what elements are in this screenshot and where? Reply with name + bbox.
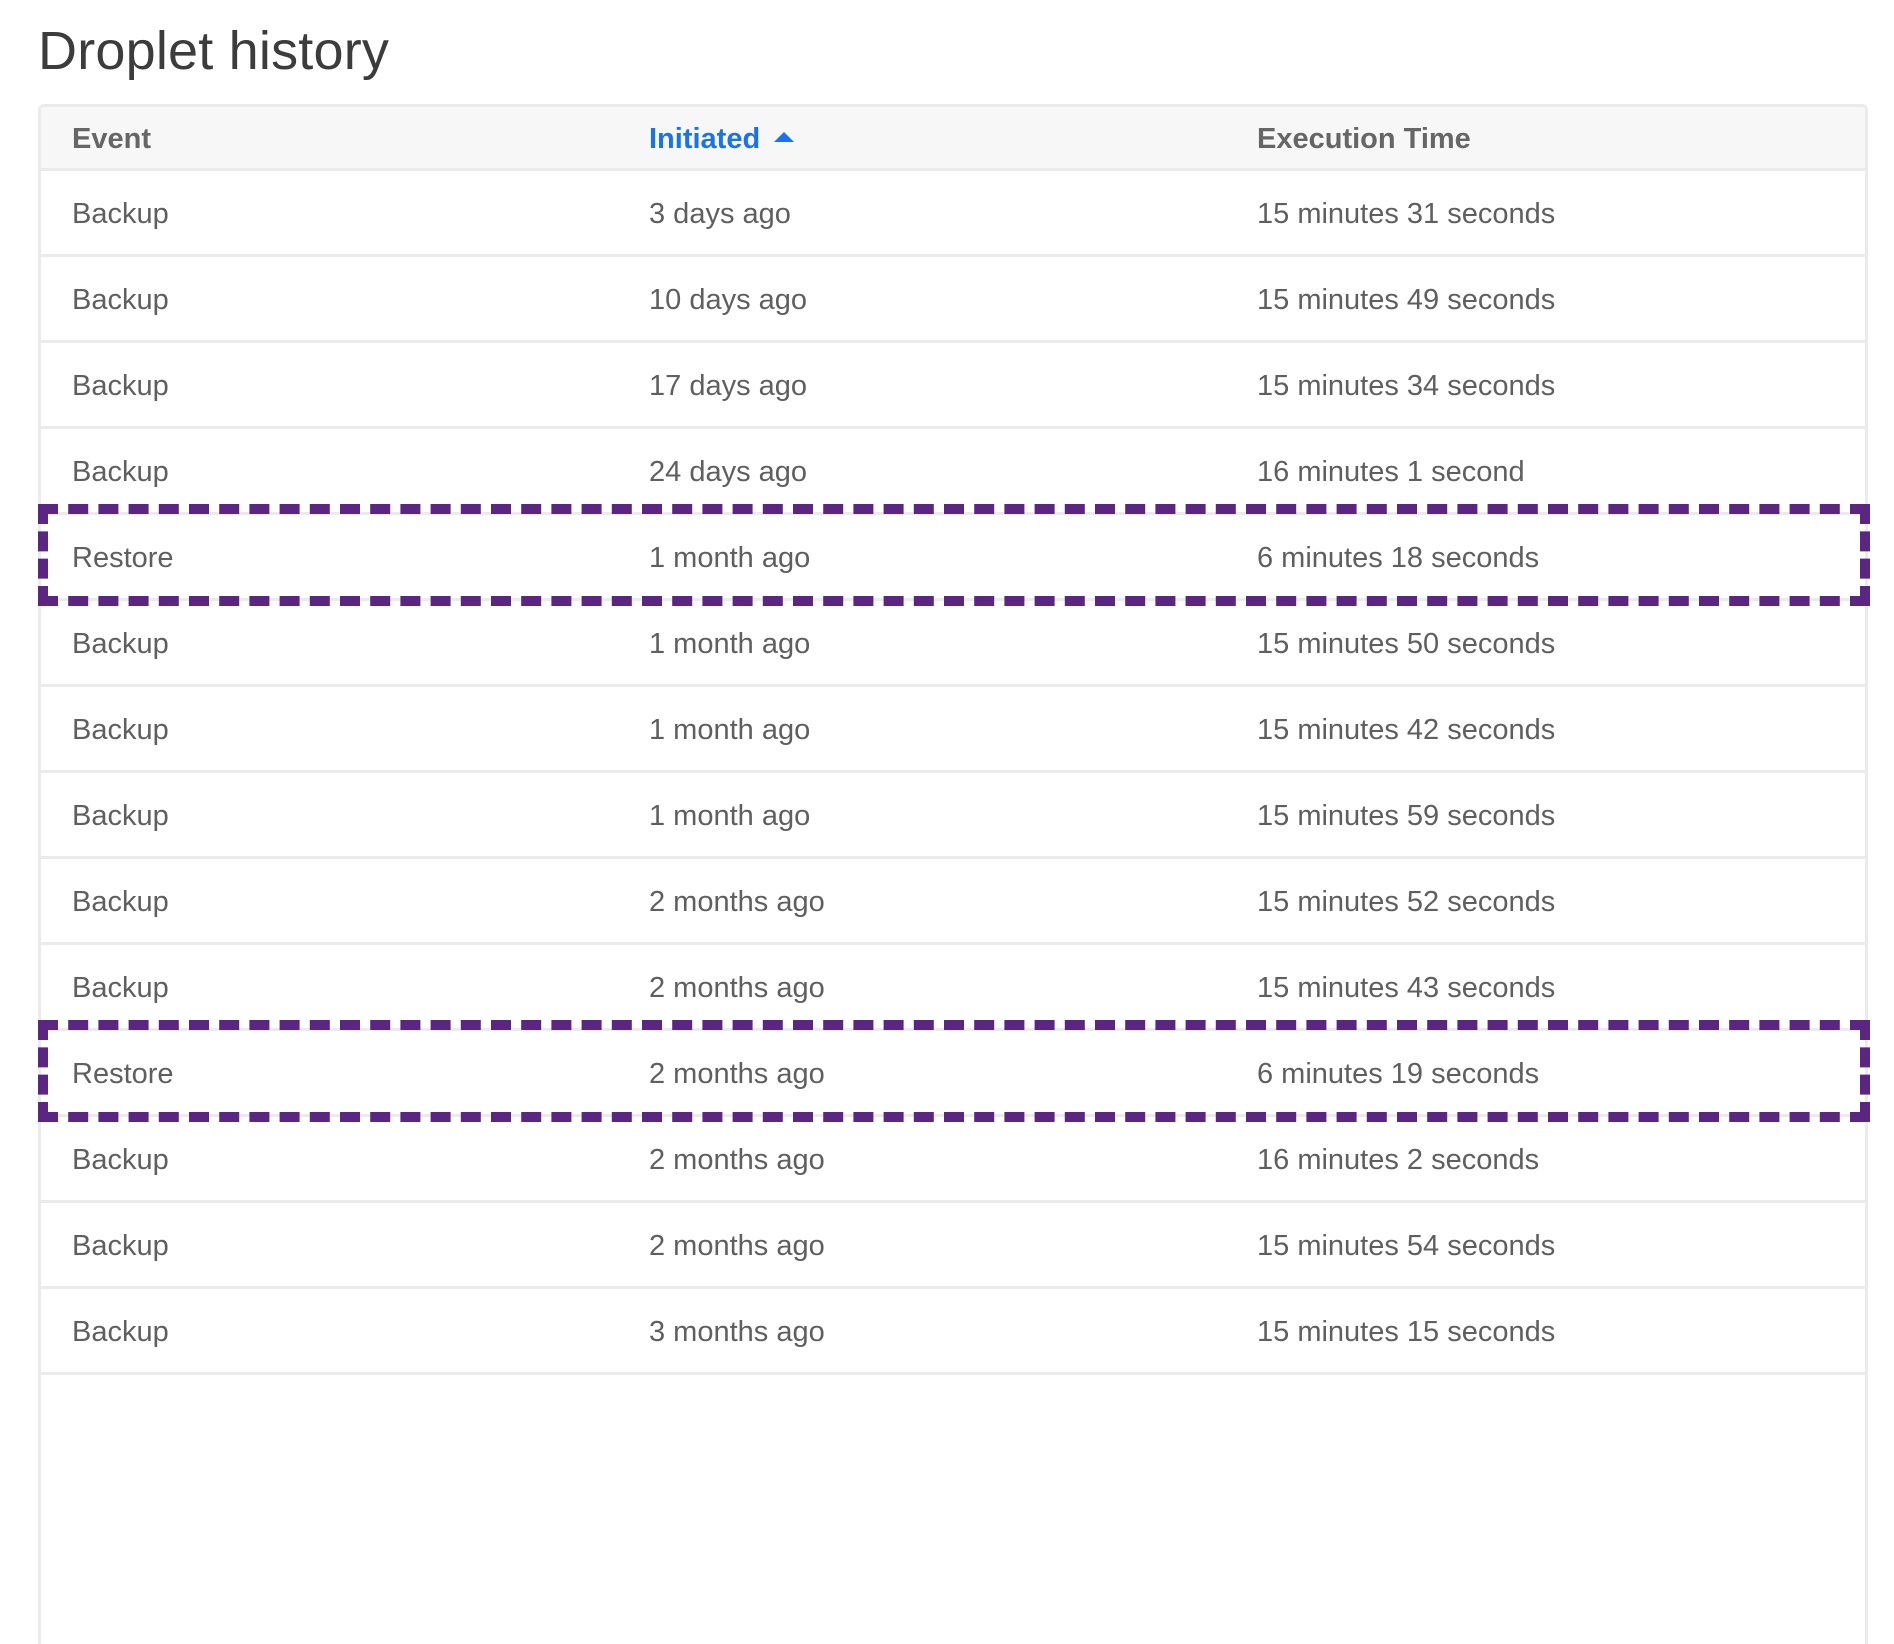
execution-time-cell: 15 minutes 31 seconds [1257, 198, 1556, 230]
execution-time-cell: 15 minutes 59 seconds [1257, 800, 1556, 832]
event-cell: Restore [72, 542, 174, 574]
column-header-event[interactable]: Event [72, 107, 151, 168]
event-cell: Backup [72, 972, 169, 1004]
execution-time-cell: 15 minutes 42 seconds [1257, 714, 1556, 746]
event-cell: Restore [72, 1058, 174, 1090]
initiated-cell: 24 days ago [649, 456, 808, 488]
event-cell: Backup [72, 1144, 169, 1176]
execution-time-cell: 16 minutes 1 second [1257, 456, 1525, 488]
table-row: Backup 10 days ago 15 minutes 49 seconds [41, 257, 1865, 343]
execution-time-cell: 15 minutes 54 seconds [1257, 1230, 1556, 1262]
table-row: Backup 24 days ago 16 minutes 1 second [41, 429, 1865, 515]
execution-time-cell: 15 minutes 49 seconds [1257, 284, 1556, 316]
initiated-cell: 1 month ago [649, 542, 811, 574]
event-cell: Backup [72, 1316, 169, 1348]
column-header-execution-time[interactable]: Execution Time [1257, 107, 1471, 168]
table-row: Backup 1 month ago 15 minutes 42 seconds [41, 687, 1865, 773]
initiated-cell: 10 days ago [649, 284, 808, 316]
table-row: Backup 3 months ago 15 minutes 15 seconds [41, 1289, 1865, 1375]
table-row: Backup 2 months ago 15 minutes 54 seconds [41, 1203, 1865, 1289]
initiated-cell: 17 days ago [649, 370, 808, 402]
event-cell: Backup [72, 284, 169, 316]
column-header-initiated-label: Initiated [649, 123, 761, 155]
initiated-cell: 1 month ago [649, 800, 811, 832]
event-cell: Backup [72, 1230, 169, 1262]
initiated-cell: 2 months ago [649, 1230, 825, 1262]
page-title: Droplet history [38, 21, 390, 81]
droplet-history-page: Droplet history Event Initiated Executio… [0, 0, 1894, 1644]
table-row: Backup 2 months ago 15 minutes 43 seconds [41, 945, 1865, 1031]
table-row: Backup 17 days ago 15 minutes 34 seconds [41, 343, 1865, 429]
execution-time-cell: 15 minutes 52 seconds [1257, 886, 1556, 918]
table-header: Event Initiated Execution Time [41, 107, 1865, 171]
initiated-cell: 2 months ago [649, 1144, 825, 1176]
event-cell: Backup [72, 198, 169, 230]
column-header-initiated[interactable]: Initiated [649, 107, 795, 168]
execution-time-cell: 6 minutes 19 seconds [1257, 1058, 1540, 1090]
initiated-cell: 3 days ago [649, 198, 791, 230]
table-row: Backup 2 months ago 16 minutes 2 seconds [41, 1117, 1865, 1203]
event-cell: Backup [72, 886, 169, 918]
event-cell: Backup [72, 628, 169, 660]
event-cell: Backup [72, 370, 169, 402]
initiated-cell: 2 months ago [649, 1058, 825, 1090]
execution-time-cell: 15 minutes 50 seconds [1257, 628, 1556, 660]
initiated-cell: 3 months ago [649, 1316, 825, 1348]
initiated-cell: 1 month ago [649, 714, 811, 746]
table-row: Restore 1 month ago 6 minutes 18 seconds [41, 515, 1865, 601]
table-row: Backup 3 days ago 15 minutes 31 seconds [41, 171, 1865, 257]
execution-time-cell: 15 minutes 15 seconds [1257, 1316, 1556, 1348]
history-table: Event Initiated Execution Time Backup 3 d… [38, 104, 1868, 1644]
initiated-cell: 2 months ago [649, 886, 825, 918]
execution-time-cell: 15 minutes 43 seconds [1257, 972, 1556, 1004]
table-row: Backup 1 month ago 15 minutes 50 seconds [41, 601, 1865, 687]
execution-time-cell: 16 minutes 2 seconds [1257, 1144, 1540, 1176]
initiated-cell: 2 months ago [649, 972, 825, 1004]
table-row: Backup 1 month ago 15 minutes 59 seconds [41, 773, 1865, 859]
event-cell: Backup [72, 456, 169, 488]
initiated-cell: 1 month ago [649, 628, 811, 660]
event-cell: Backup [72, 800, 169, 832]
table-row: Restore 2 months ago 6 minutes 19 seconds [41, 1031, 1865, 1117]
sort-ascending-icon [774, 132, 795, 143]
table-row: Backup 2 months ago 15 minutes 52 seconds [41, 859, 1865, 945]
event-cell: Backup [72, 714, 169, 746]
execution-time-cell: 15 minutes 34 seconds [1257, 370, 1556, 402]
execution-time-cell: 6 minutes 18 seconds [1257, 542, 1540, 574]
table-body: Backup 3 days ago 15 minutes 31 seconds Bac… [41, 171, 1865, 1375]
